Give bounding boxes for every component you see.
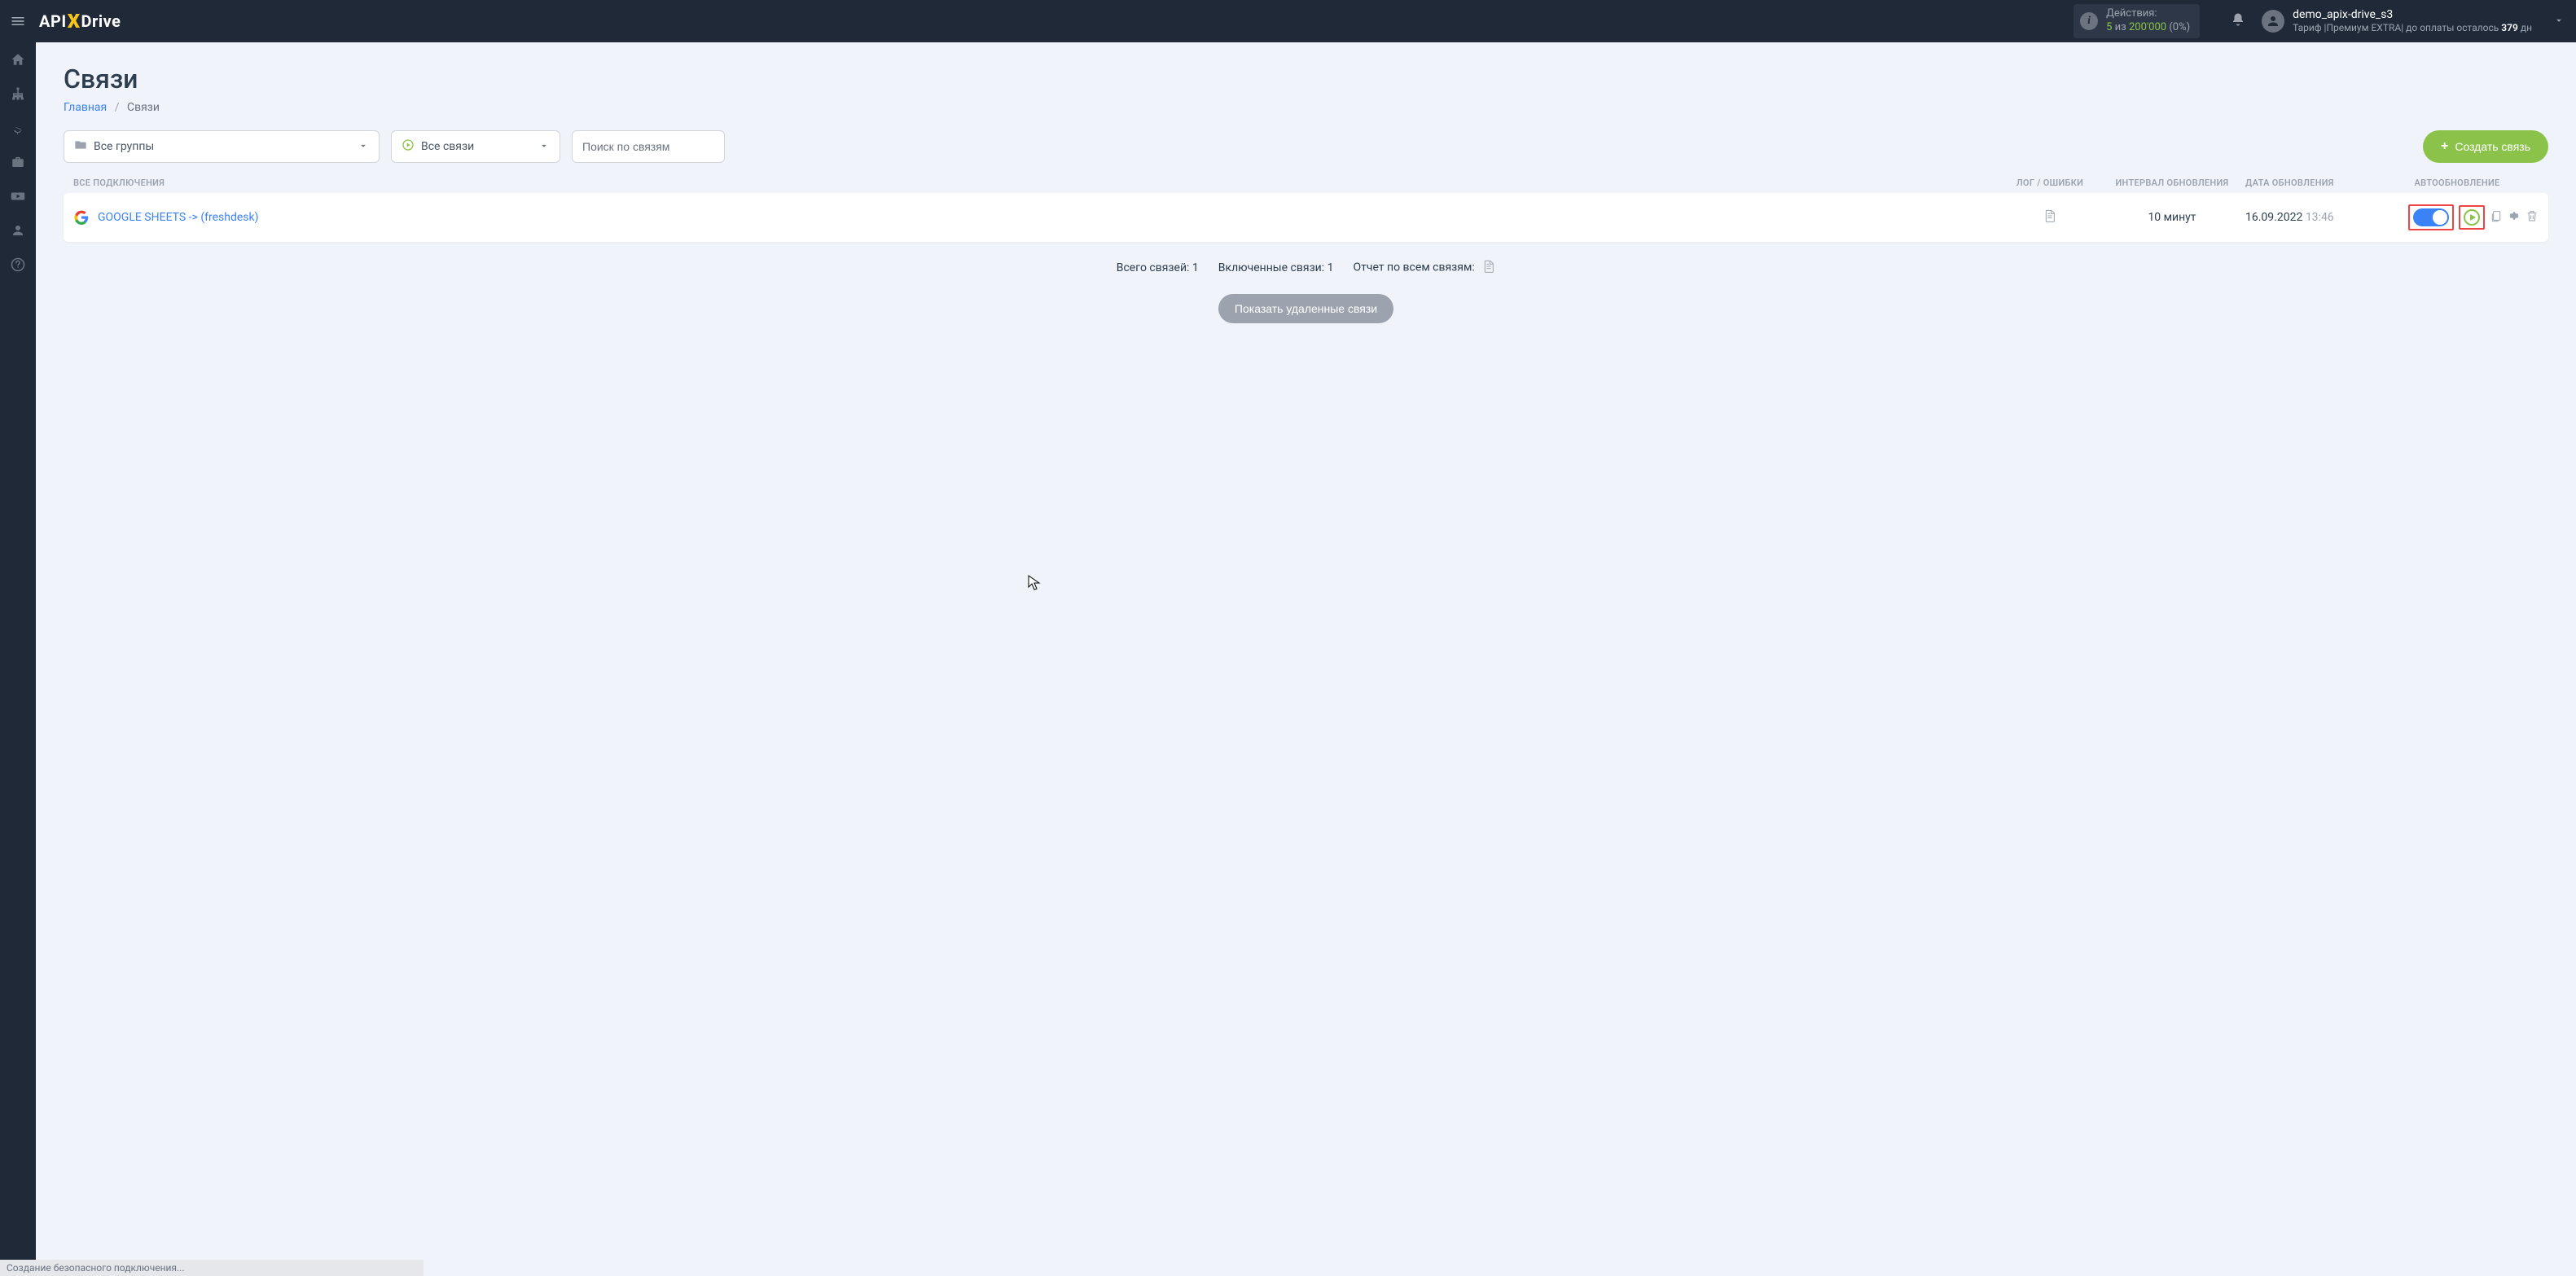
copy-button[interactable] [2490, 209, 2503, 226]
report-icon[interactable] [1482, 260, 1495, 276]
summary-enabled: Включенные связи: 1 [1218, 261, 1334, 274]
settings-button[interactable] [2508, 209, 2521, 226]
links-label: Все связи [421, 140, 538, 153]
row-log[interactable] [2001, 209, 2099, 226]
th-interval: ИНТЕРВАЛ ОБНОВЛЕНИЯ [2099, 178, 2245, 188]
folder-icon [74, 138, 87, 155]
sitemap-icon [11, 86, 25, 101]
sidebar-services[interactable] [0, 145, 36, 179]
auto-update-toggle[interactable] [2413, 208, 2449, 226]
groups-label: Все группы [94, 140, 358, 153]
chevron-down-icon [358, 139, 369, 155]
sidebar [0, 42, 36, 1276]
filter-row: Все группы Все связи + Создать связь [64, 130, 2548, 163]
header-left: APIXDrive [0, 0, 121, 42]
breadcrumb-sep: / [115, 101, 120, 114]
actions-text: Действия: 5 из 200'000 (0%) [2106, 7, 2190, 35]
play-circle-icon [402, 138, 415, 155]
header: APIXDrive i Действия: 5 из 200'000 (0%) … [0, 0, 2576, 42]
user-menu[interactable]: demo_apix-drive_s3 Тариф |Премиум EXTRA|… [2262, 7, 2532, 35]
page-title: Связи [64, 64, 2548, 94]
chevron-down-icon [538, 139, 550, 155]
help-icon [11, 257, 25, 272]
connections-table: ВСЕ ПОДКЛЮЧЕНИЯ ЛОГ / ОШИБКИ ИНТЕРВАЛ ОБ… [64, 178, 2548, 242]
user-tariff: Тариф |Премиум EXTRA| до оплаты осталось… [2293, 22, 2532, 35]
th-auto: АВТООБНОВЛЕНИЕ [2376, 178, 2539, 188]
create-link-button[interactable]: + Создать связь [2423, 130, 2548, 163]
dollar-icon [11, 121, 25, 135]
home-icon [11, 52, 25, 67]
groups-dropdown[interactable]: Все группы [64, 130, 380, 163]
row-actions [2376, 204, 2539, 230]
row-date: 16.09.2022 13:46 [2245, 211, 2376, 224]
logo-part1: API [39, 11, 67, 31]
th-name: ВСЕ ПОДКЛЮЧЕНИЯ [73, 178, 2001, 188]
row-interval: 10 минут [2099, 211, 2245, 224]
logo-part3: Drive [81, 11, 121, 31]
breadcrumb-current: Связи [127, 101, 160, 114]
sidebar-account[interactable] [0, 213, 36, 248]
google-icon [73, 209, 90, 226]
menu-toggle[interactable] [0, 0, 36, 42]
user-name: demo_apix-drive_s3 [2293, 7, 2532, 22]
sidebar-connections[interactable] [0, 77, 36, 111]
user-chevron-icon[interactable] [2553, 14, 2565, 29]
plus-icon: + [2441, 139, 2448, 154]
sidebar-billing[interactable] [0, 111, 36, 145]
run-button[interactable] [2464, 209, 2480, 226]
breadcrumb-home[interactable]: Главная [64, 101, 107, 114]
user-avatar-icon [2262, 10, 2284, 33]
trash-icon [2526, 209, 2539, 222]
main: Связи Главная / Связи Все группы Все свя… [36, 42, 2576, 344]
th-log: ЛОГ / ОШИБКИ [2001, 178, 2099, 188]
summary: Всего связей: 1 Включенные связи: 1 Отче… [64, 260, 2548, 276]
show-deleted-button[interactable]: Показать удаленные связи [1218, 294, 1393, 323]
th-date: ДАТА ОБНОВЛЕНИЯ [2245, 178, 2376, 188]
actions-box[interactable]: i Действия: 5 из 200'000 (0%) [2074, 4, 2200, 38]
actions-label: Действия: [2106, 7, 2190, 21]
copy-icon [2490, 209, 2503, 222]
sidebar-help[interactable] [0, 248, 36, 282]
sidebar-home[interactable] [0, 42, 36, 77]
document-icon [2043, 209, 2056, 222]
summary-report-label: Отчет по всем связям: [1353, 260, 1495, 276]
table-header: ВСЕ ПОДКЛЮЧЕНИЯ ЛОГ / ОШИБКИ ИНТЕРВАЛ ОБ… [64, 178, 2548, 188]
links-dropdown[interactable]: Все связи [391, 130, 560, 163]
header-right: i Действия: 5 из 200'000 (0%) demo_apix-… [2074, 0, 2576, 42]
notifications-icon[interactable] [2231, 12, 2245, 30]
info-icon: i [2080, 12, 2098, 30]
search-input[interactable] [572, 130, 725, 163]
user-icon [11, 223, 25, 238]
create-label: Создать связь [2455, 140, 2530, 153]
table-row: GOOGLE SHEETS -> (freshdesk) 10 минут 16… [64, 193, 2548, 242]
actions-value: 5 из 200'000 (0%) [2106, 21, 2190, 35]
run-button-highlight [2459, 205, 2485, 230]
breadcrumb: Главная / Связи [64, 101, 2548, 114]
gear-icon [2508, 209, 2521, 222]
delete-button[interactable] [2526, 209, 2539, 226]
summary-total: Всего связей: 1 [1117, 261, 1199, 274]
youtube-icon [11, 189, 25, 204]
status-bar: Создание безопасного подключения... [0, 1260, 423, 1276]
user-text: demo_apix-drive_s3 Тариф |Премиум EXTRA|… [2293, 7, 2532, 35]
cursor-pointer-icon [1028, 575, 1041, 591]
auto-update-toggle-highlight [2408, 204, 2454, 230]
logo-x: X [68, 10, 81, 33]
connection-name-link[interactable]: GOOGLE SHEETS -> (freshdesk) [98, 211, 2001, 224]
logo[interactable]: APIXDrive [39, 10, 121, 33]
hamburger-icon [10, 13, 26, 29]
sidebar-video[interactable] [0, 179, 36, 213]
briefcase-icon [11, 155, 25, 169]
